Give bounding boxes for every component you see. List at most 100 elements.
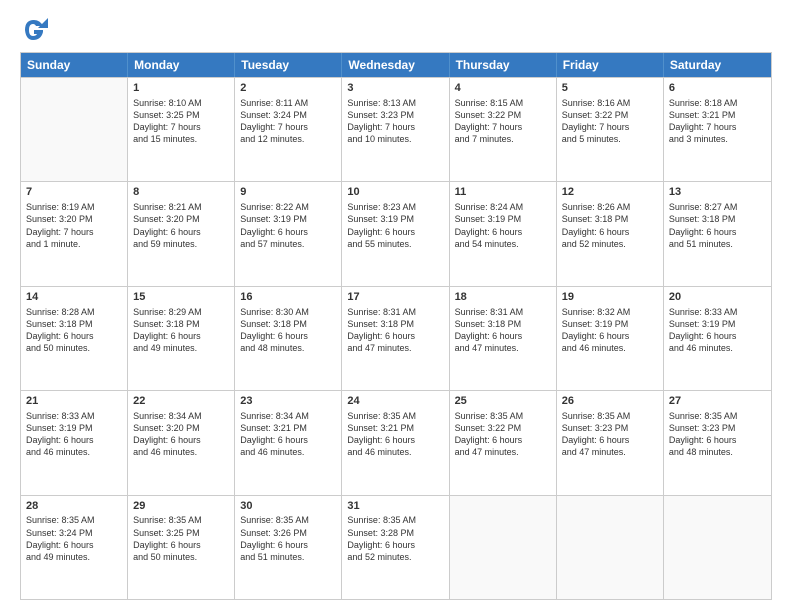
calendar-header: SundayMondayTuesdayWednesdayThursdayFrid… (21, 53, 771, 77)
day-number: 5 (562, 81, 658, 96)
cell-info: Sunrise: 8:33 AM Sunset: 3:19 PM Dayligh… (26, 410, 122, 459)
day-number: 15 (133, 290, 229, 305)
cal-cell: 31Sunrise: 8:35 AM Sunset: 3:28 PM Dayli… (342, 496, 449, 599)
cell-info: Sunrise: 8:16 AM Sunset: 3:22 PM Dayligh… (562, 97, 658, 146)
cell-info: Sunrise: 8:22 AM Sunset: 3:19 PM Dayligh… (240, 201, 336, 250)
cal-cell: 22Sunrise: 8:34 AM Sunset: 3:20 PM Dayli… (128, 391, 235, 494)
cell-info: Sunrise: 8:10 AM Sunset: 3:25 PM Dayligh… (133, 97, 229, 146)
day-number: 1 (133, 81, 229, 96)
day-number: 2 (240, 81, 336, 96)
cell-info: Sunrise: 8:35 AM Sunset: 3:24 PM Dayligh… (26, 514, 122, 563)
cal-cell: 19Sunrise: 8:32 AM Sunset: 3:19 PM Dayli… (557, 287, 664, 390)
day-number: 13 (669, 185, 766, 200)
calendar: SundayMondayTuesdayWednesdayThursdayFrid… (20, 52, 772, 600)
day-number: 26 (562, 394, 658, 409)
day-number: 24 (347, 394, 443, 409)
cell-info: Sunrise: 8:33 AM Sunset: 3:19 PM Dayligh… (669, 306, 766, 355)
header-day-saturday: Saturday (664, 53, 771, 77)
cal-cell: 15Sunrise: 8:29 AM Sunset: 3:18 PM Dayli… (128, 287, 235, 390)
cal-cell: 28Sunrise: 8:35 AM Sunset: 3:24 PM Dayli… (21, 496, 128, 599)
cell-info: Sunrise: 8:30 AM Sunset: 3:18 PM Dayligh… (240, 306, 336, 355)
cal-cell: 12Sunrise: 8:26 AM Sunset: 3:18 PM Dayli… (557, 182, 664, 285)
cell-info: Sunrise: 8:11 AM Sunset: 3:24 PM Dayligh… (240, 97, 336, 146)
cal-cell: 14Sunrise: 8:28 AM Sunset: 3:18 PM Dayli… (21, 287, 128, 390)
cal-cell: 29Sunrise: 8:35 AM Sunset: 3:25 PM Dayli… (128, 496, 235, 599)
day-number: 31 (347, 499, 443, 514)
calendar-body: 1Sunrise: 8:10 AM Sunset: 3:25 PM Daylig… (21, 77, 771, 599)
cell-info: Sunrise: 8:24 AM Sunset: 3:19 PM Dayligh… (455, 201, 551, 250)
logo-icon (20, 16, 48, 44)
cell-info: Sunrise: 8:35 AM Sunset: 3:25 PM Dayligh… (133, 514, 229, 563)
cal-cell: 17Sunrise: 8:31 AM Sunset: 3:18 PM Dayli… (342, 287, 449, 390)
cell-info: Sunrise: 8:31 AM Sunset: 3:18 PM Dayligh… (347, 306, 443, 355)
header-day-wednesday: Wednesday (342, 53, 449, 77)
cal-cell: 20Sunrise: 8:33 AM Sunset: 3:19 PM Dayli… (664, 287, 771, 390)
day-number: 20 (669, 290, 766, 305)
cell-info: Sunrise: 8:27 AM Sunset: 3:18 PM Dayligh… (669, 201, 766, 250)
cal-cell: 6Sunrise: 8:18 AM Sunset: 3:21 PM Daylig… (664, 78, 771, 181)
cal-cell: 25Sunrise: 8:35 AM Sunset: 3:22 PM Dayli… (450, 391, 557, 494)
cal-cell (450, 496, 557, 599)
day-number: 4 (455, 81, 551, 96)
day-number: 6 (669, 81, 766, 96)
cell-info: Sunrise: 8:31 AM Sunset: 3:18 PM Dayligh… (455, 306, 551, 355)
day-number: 17 (347, 290, 443, 305)
cell-info: Sunrise: 8:35 AM Sunset: 3:22 PM Dayligh… (455, 410, 551, 459)
cell-info: Sunrise: 8:32 AM Sunset: 3:19 PM Dayligh… (562, 306, 658, 355)
cell-info: Sunrise: 8:35 AM Sunset: 3:28 PM Dayligh… (347, 514, 443, 563)
week-row-3: 14Sunrise: 8:28 AM Sunset: 3:18 PM Dayli… (21, 286, 771, 390)
day-number: 29 (133, 499, 229, 514)
logo (20, 16, 52, 44)
cal-cell: 1Sunrise: 8:10 AM Sunset: 3:25 PM Daylig… (128, 78, 235, 181)
day-number: 22 (133, 394, 229, 409)
cal-cell (21, 78, 128, 181)
header-day-friday: Friday (557, 53, 664, 77)
cal-cell: 30Sunrise: 8:35 AM Sunset: 3:26 PM Dayli… (235, 496, 342, 599)
cal-cell: 27Sunrise: 8:35 AM Sunset: 3:23 PM Dayli… (664, 391, 771, 494)
week-row-2: 7Sunrise: 8:19 AM Sunset: 3:20 PM Daylig… (21, 181, 771, 285)
cal-cell: 8Sunrise: 8:21 AM Sunset: 3:20 PM Daylig… (128, 182, 235, 285)
cell-info: Sunrise: 8:19 AM Sunset: 3:20 PM Dayligh… (26, 201, 122, 250)
day-number: 21 (26, 394, 122, 409)
cal-cell: 23Sunrise: 8:34 AM Sunset: 3:21 PM Dayli… (235, 391, 342, 494)
cell-info: Sunrise: 8:35 AM Sunset: 3:26 PM Dayligh… (240, 514, 336, 563)
cal-cell: 2Sunrise: 8:11 AM Sunset: 3:24 PM Daylig… (235, 78, 342, 181)
day-number: 27 (669, 394, 766, 409)
day-number: 16 (240, 290, 336, 305)
cell-info: Sunrise: 8:13 AM Sunset: 3:23 PM Dayligh… (347, 97, 443, 146)
day-number: 19 (562, 290, 658, 305)
cell-info: Sunrise: 8:34 AM Sunset: 3:20 PM Dayligh… (133, 410, 229, 459)
day-number: 30 (240, 499, 336, 514)
cell-info: Sunrise: 8:26 AM Sunset: 3:18 PM Dayligh… (562, 201, 658, 250)
day-number: 18 (455, 290, 551, 305)
day-number: 7 (26, 185, 122, 200)
week-row-4: 21Sunrise: 8:33 AM Sunset: 3:19 PM Dayli… (21, 390, 771, 494)
day-number: 11 (455, 185, 551, 200)
cal-cell: 18Sunrise: 8:31 AM Sunset: 3:18 PM Dayli… (450, 287, 557, 390)
day-number: 14 (26, 290, 122, 305)
cal-cell: 21Sunrise: 8:33 AM Sunset: 3:19 PM Dayli… (21, 391, 128, 494)
week-row-5: 28Sunrise: 8:35 AM Sunset: 3:24 PM Dayli… (21, 495, 771, 599)
header-day-tuesday: Tuesday (235, 53, 342, 77)
cell-info: Sunrise: 8:34 AM Sunset: 3:21 PM Dayligh… (240, 410, 336, 459)
cal-cell: 24Sunrise: 8:35 AM Sunset: 3:21 PM Dayli… (342, 391, 449, 494)
cal-cell: 3Sunrise: 8:13 AM Sunset: 3:23 PM Daylig… (342, 78, 449, 181)
cell-info: Sunrise: 8:28 AM Sunset: 3:18 PM Dayligh… (26, 306, 122, 355)
day-number: 9 (240, 185, 336, 200)
day-number: 23 (240, 394, 336, 409)
header-day-thursday: Thursday (450, 53, 557, 77)
cell-info: Sunrise: 8:29 AM Sunset: 3:18 PM Dayligh… (133, 306, 229, 355)
cal-cell: 7Sunrise: 8:19 AM Sunset: 3:20 PM Daylig… (21, 182, 128, 285)
day-number: 3 (347, 81, 443, 96)
cal-cell: 11Sunrise: 8:24 AM Sunset: 3:19 PM Dayli… (450, 182, 557, 285)
cal-cell: 9Sunrise: 8:22 AM Sunset: 3:19 PM Daylig… (235, 182, 342, 285)
week-row-1: 1Sunrise: 8:10 AM Sunset: 3:25 PM Daylig… (21, 77, 771, 181)
day-number: 28 (26, 499, 122, 514)
cell-info: Sunrise: 8:35 AM Sunset: 3:23 PM Dayligh… (562, 410, 658, 459)
cell-info: Sunrise: 8:18 AM Sunset: 3:21 PM Dayligh… (669, 97, 766, 146)
cal-cell: 26Sunrise: 8:35 AM Sunset: 3:23 PM Dayli… (557, 391, 664, 494)
day-number: 12 (562, 185, 658, 200)
cal-cell: 5Sunrise: 8:16 AM Sunset: 3:22 PM Daylig… (557, 78, 664, 181)
header (20, 16, 772, 44)
cal-cell: 16Sunrise: 8:30 AM Sunset: 3:18 PM Dayli… (235, 287, 342, 390)
